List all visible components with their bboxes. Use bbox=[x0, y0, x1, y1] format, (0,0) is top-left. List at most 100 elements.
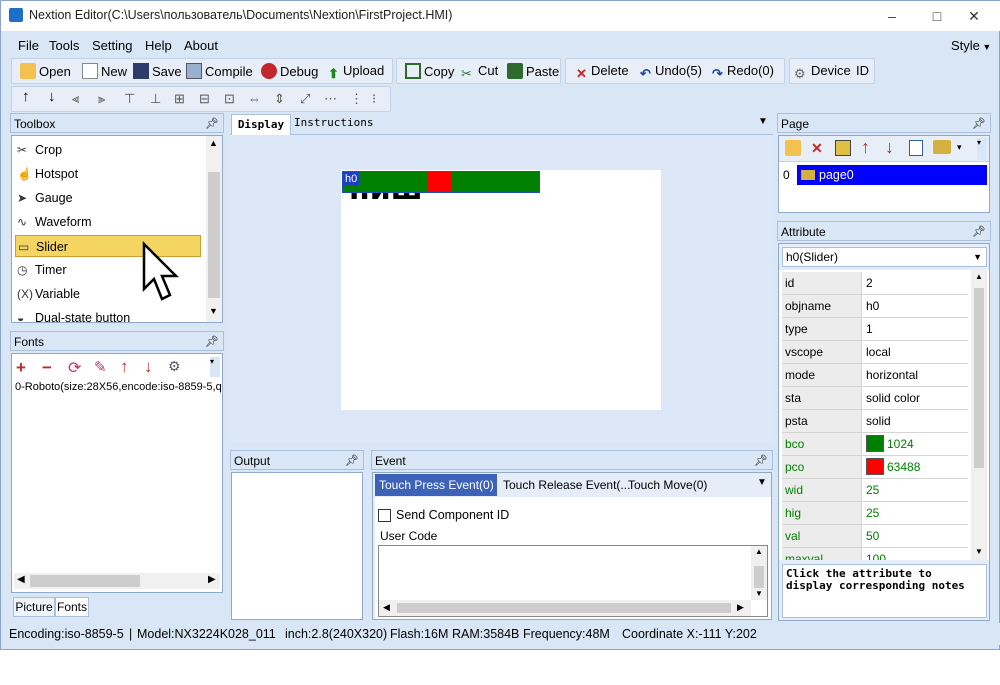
color-swatch[interactable] bbox=[866, 435, 884, 452]
device-button[interactable]: ⚙ Device bbox=[794, 63, 851, 82]
slider-h0[interactable]: h0 bbox=[342, 171, 540, 193]
open-button[interactable]: Open bbox=[20, 63, 71, 79]
move-page-up-icon[interactable]: ↑ bbox=[861, 137, 870, 158]
move-down-icon[interactable]: ↓ bbox=[48, 88, 56, 105]
attribute-row[interactable]: sta solid color bbox=[782, 387, 968, 410]
event-tab-dropdown-icon[interactable]: ▼ bbox=[757, 477, 767, 488]
id-button[interactable]: ID bbox=[856, 63, 869, 78]
save-button[interactable]: Save bbox=[133, 63, 182, 79]
attribute-value[interactable]: 50 bbox=[863, 525, 968, 547]
attribute-scroll-thumb[interactable] bbox=[974, 288, 984, 468]
pin-icon[interactable]: 📌︎ bbox=[345, 451, 359, 471]
editor-vscrollbar[interactable]: ▲ ▼ bbox=[751, 546, 767, 600]
overflow-icon[interactable]: ▾ bbox=[210, 357, 220, 377]
attribute-value[interactable]: 63488 bbox=[863, 456, 968, 478]
center-horizontal-icon[interactable]: ⊞ bbox=[174, 91, 185, 107]
new-button[interactable]: New bbox=[82, 63, 127, 79]
scroll-left-icon[interactable]: ◀ bbox=[383, 602, 390, 613]
attribute-row[interactable]: maxval 100 bbox=[782, 548, 968, 560]
toolbox-scrollbar[interactable]: ▲ ▼ bbox=[206, 136, 222, 322]
pin-icon[interactable]: 📌︎ bbox=[972, 114, 986, 134]
move-font-up-icon[interactable]: ↑ bbox=[120, 357, 129, 377]
delete-button[interactable]: ✕ Delete bbox=[576, 63, 629, 82]
attribute-scrollbar[interactable]: ▲ ▼ bbox=[971, 270, 987, 560]
fonts-scroll-thumb[interactable] bbox=[30, 575, 140, 587]
scroll-left-icon[interactable]: ◀ bbox=[17, 574, 25, 585]
add-page-icon[interactable] bbox=[785, 140, 801, 156]
pin-icon[interactable]: 📌︎ bbox=[972, 222, 986, 242]
same-height-icon[interactable]: ⇕ bbox=[274, 91, 285, 107]
attribute-row[interactable]: type 1 bbox=[782, 318, 968, 341]
send-component-id-checkbox[interactable] bbox=[378, 509, 391, 522]
user-code-editor[interactable]: ▲ ▼ ◀ ▶ bbox=[378, 545, 768, 617]
attribute-value[interactable]: 1024 bbox=[863, 433, 968, 455]
menu-style[interactable]: Style ▼ bbox=[951, 38, 991, 53]
attribute-row[interactable]: psta solid bbox=[782, 410, 968, 433]
attribute-row[interactable]: pco 63488 bbox=[782, 456, 968, 479]
import-page-icon[interactable] bbox=[835, 140, 851, 156]
attribute-row[interactable]: val 50 bbox=[782, 525, 968, 548]
overflow-icon[interactable]: ▾ bbox=[977, 138, 987, 160]
pin-icon[interactable]: 📌︎ bbox=[205, 114, 219, 134]
redo-button[interactable]: ↷ Redo(0) bbox=[712, 63, 774, 82]
attribute-row[interactable]: vscope local bbox=[782, 341, 968, 364]
page-list-item[interactable]: page0 bbox=[797, 165, 987, 185]
edit-font-icon[interactable]: ✎ bbox=[94, 358, 107, 376]
attribute-value[interactable]: 25 bbox=[863, 479, 968, 501]
center-vertical-icon[interactable]: ⊟ bbox=[199, 91, 210, 107]
scroll-down-icon[interactable]: ▼ bbox=[209, 306, 218, 316]
compile-button[interactable]: Compile bbox=[186, 63, 253, 79]
editor-hscroll-thumb[interactable] bbox=[397, 603, 731, 613]
align-bottom-icon[interactable]: ⊥ bbox=[150, 91, 161, 107]
pin-icon[interactable]: 📌︎ bbox=[754, 451, 768, 471]
center-both-icon[interactable]: ⊡ bbox=[224, 91, 235, 107]
close-button[interactable]: ✕ bbox=[959, 5, 989, 27]
attribute-value[interactable]: h0 bbox=[863, 295, 968, 317]
align-top-icon[interactable]: ⊤ bbox=[124, 91, 135, 107]
page-folder-icon[interactable] bbox=[933, 140, 951, 154]
attribute-row[interactable]: hig 25 bbox=[782, 502, 968, 525]
align-right-icon[interactable]: ⫸ bbox=[98, 91, 105, 107]
scroll-down-icon[interactable]: ▼ bbox=[755, 589, 763, 598]
paste-button[interactable]: Paste bbox=[507, 63, 559, 79]
maximize-button[interactable]: □ bbox=[922, 5, 952, 27]
editor-vscroll-thumb[interactable] bbox=[754, 566, 764, 588]
toolbox-item[interactable]: ➤ Gauge bbox=[15, 187, 201, 209]
menu-tools[interactable]: Tools bbox=[49, 38, 79, 53]
scroll-right-icon[interactable]: ▶ bbox=[737, 602, 744, 613]
undo-button[interactable]: ↶ Undo(5) bbox=[640, 63, 702, 82]
attribute-value[interactable]: 100 bbox=[863, 548, 968, 560]
screen-page0[interactable]: ниш h0 bbox=[341, 170, 661, 410]
color-swatch[interactable] bbox=[866, 458, 884, 475]
slider-cursor[interactable] bbox=[427, 172, 452, 192]
copy-button[interactable]: Copy bbox=[405, 63, 454, 79]
distribute-icon[interactable]: ⁝ bbox=[372, 91, 376, 107]
space-vertical-icon[interactable]: ⋮ bbox=[350, 91, 363, 107]
remove-font-icon[interactable]: − bbox=[42, 358, 52, 378]
pin-icon[interactable]: 📌︎ bbox=[205, 332, 219, 352]
toolbox-scroll-thumb[interactable] bbox=[208, 172, 220, 298]
tab-picture[interactable]: Picture bbox=[13, 597, 55, 617]
attribute-row[interactable]: bco 1024 bbox=[782, 433, 968, 456]
scroll-up-icon[interactable]: ▲ bbox=[755, 547, 763, 556]
attribute-row[interactable]: id 2 bbox=[782, 272, 968, 295]
attribute-value[interactable]: solid bbox=[863, 410, 968, 432]
move-font-down-icon[interactable]: ↓ bbox=[144, 357, 153, 377]
menu-file[interactable]: File bbox=[18, 38, 39, 53]
scroll-right-icon[interactable]: ▶ bbox=[208, 574, 216, 585]
fonts-hscrollbar[interactable]: ◀ ▶ bbox=[14, 573, 220, 589]
toolbox-item[interactable]: ☝ Hotspot bbox=[15, 163, 201, 185]
space-horizontal-icon[interactable]: ⋯ bbox=[324, 91, 337, 107]
debug-button[interactable]: Debug bbox=[261, 63, 318, 79]
menu-setting[interactable]: Setting bbox=[92, 38, 132, 53]
same-width-icon[interactable]: ⇔ bbox=[248, 91, 261, 106]
tab-display[interactable]: Display bbox=[231, 114, 291, 135]
toolbox-item[interactable]: ∿ Waveform bbox=[15, 211, 201, 233]
minimize-button[interactable]: – bbox=[877, 5, 907, 27]
scroll-up-icon[interactable]: ▲ bbox=[209, 138, 218, 148]
attribute-row[interactable]: mode horizontal bbox=[782, 364, 968, 387]
tab-instructions[interactable]: Instructions bbox=[294, 116, 373, 129]
delete-page-icon[interactable]: ✕ bbox=[811, 140, 823, 157]
attribute-value[interactable]: 2 bbox=[863, 272, 968, 294]
menu-about[interactable]: About bbox=[184, 38, 218, 53]
